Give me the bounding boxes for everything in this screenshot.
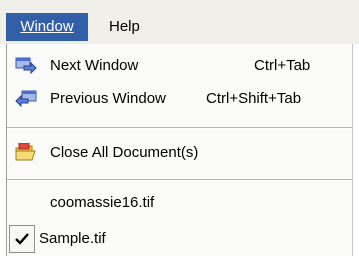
menu-item-document[interactable]: Sample.tif xyxy=(7,223,352,255)
menu-separator xyxy=(7,179,352,181)
document-label: Sample.tif xyxy=(39,230,106,247)
window-menu-dropdown: Next Window Ctrl+Tab Previous Window Ctr… xyxy=(6,44,353,256)
next-window-shortcut: Ctrl+Tab xyxy=(254,57,311,74)
document-label: coomassie16.tif xyxy=(50,194,155,211)
menu-window-label: Window xyxy=(20,18,74,35)
menu-bar: Window Help xyxy=(0,0,359,44)
previous-window-label: Previous Window xyxy=(50,90,166,107)
check-icon xyxy=(9,225,35,253)
folder-icon xyxy=(15,142,37,163)
menu-item-document[interactable]: coomassie16.tif xyxy=(7,187,352,219)
next-window-icon xyxy=(15,56,37,76)
menu-item-previous-window[interactable]: Previous Window Ctrl+Shift+Tab xyxy=(7,83,352,115)
menu-window[interactable]: Window xyxy=(6,13,88,41)
menu-item-close-all[interactable]: Close All Document(s) xyxy=(7,137,352,169)
menu-help[interactable]: Help xyxy=(103,13,146,41)
menu-item-next-window[interactable]: Next Window Ctrl+Tab xyxy=(7,50,352,82)
previous-window-icon xyxy=(15,89,37,109)
close-all-label: Close All Document(s) xyxy=(50,144,199,161)
previous-window-shortcut: Ctrl+Shift+Tab xyxy=(206,90,302,107)
next-window-label: Next Window xyxy=(50,57,139,74)
menu-help-label: Help xyxy=(109,18,140,35)
menu-separator xyxy=(7,127,352,129)
